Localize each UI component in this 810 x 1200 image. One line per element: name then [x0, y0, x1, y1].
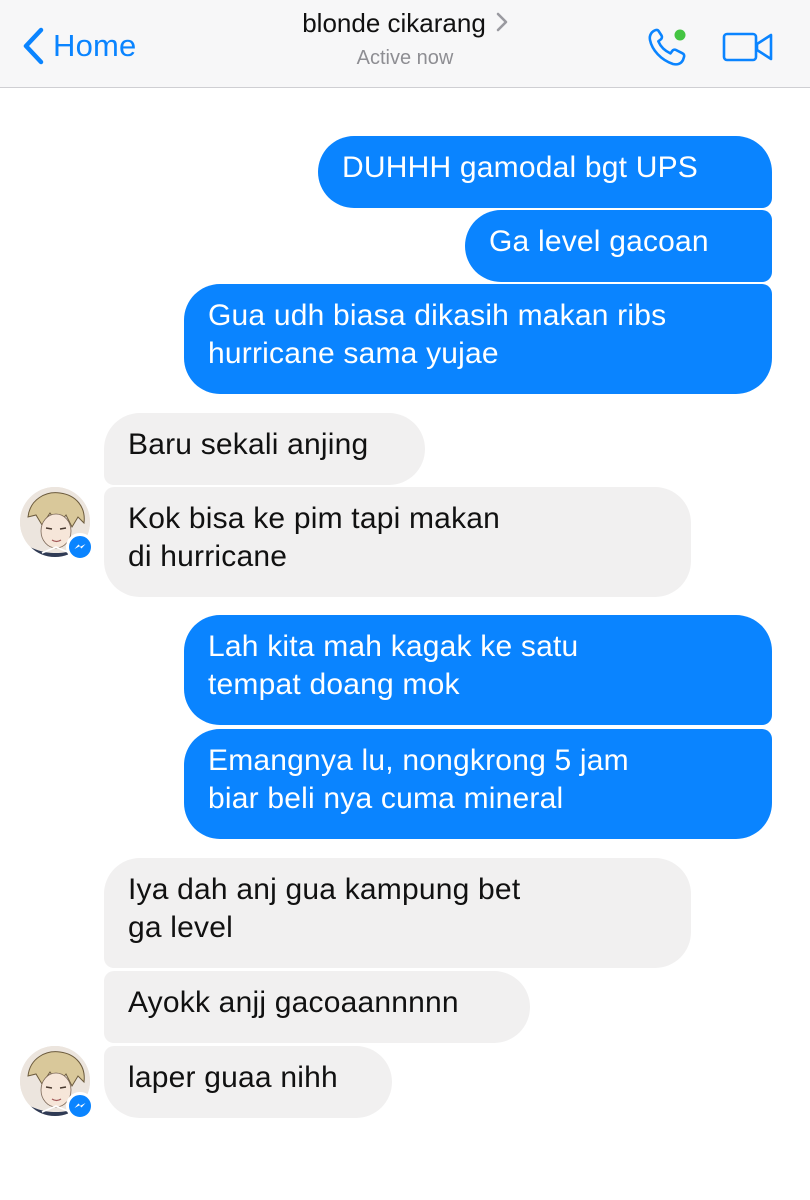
message-text: Baru sekali anjing	[128, 428, 369, 461]
call-button[interactable]	[646, 25, 694, 69]
contact-name: blonde cikarang	[302, 8, 486, 38]
contact-avatar[interactable]	[20, 487, 94, 561]
contact-name-button[interactable]: blonde cikarang	[302, 8, 508, 39]
message-text: di hurricane	[128, 540, 288, 573]
chat-header: Home blonde cikarang Active now	[0, 0, 810, 88]
message-bubble-outgoing[interactable]: Ga level gacoan	[465, 210, 772, 282]
message-text: Gua udh biasa dikasih makan ribs	[208, 299, 667, 332]
message-text: hurricane sama yujae	[208, 337, 499, 370]
messenger-badge-icon	[66, 1092, 94, 1120]
message-text: Ayokk anjj gacoaannnnn	[128, 986, 459, 1019]
message-text: ga level	[128, 911, 234, 944]
video-call-button[interactable]	[722, 30, 774, 64]
message-bubble-outgoing[interactable]: Gua udh biasa dikasih makan ribs hurrica…	[184, 284, 772, 394]
message-bubble-outgoing[interactable]: Emangnya lu, nongkrong 5 jam biar beli n…	[184, 729, 772, 839]
message-text: Lah kita mah kagak ke satu	[208, 630, 579, 663]
contact-avatar[interactable]	[20, 1046, 94, 1120]
video-camera-icon	[722, 32, 774, 68]
message-text: biar beli nya cuma mineral	[208, 782, 564, 815]
message-bubble-incoming[interactable]: Ayokk anjj gacoaannnnn	[104, 971, 530, 1043]
message-text: Kok bisa ke pim tapi makan	[128, 502, 501, 535]
chevron-right-icon	[496, 8, 508, 39]
message-bubble-outgoing[interactable]: DUHHH gamodal bgt UPS	[318, 136, 772, 208]
message-bubble-incoming[interactable]: Kok bisa ke pim tapi makan di hurricane	[104, 487, 691, 597]
messenger-badge-icon	[66, 533, 94, 561]
message-text: Emangnya lu, nongkrong 5 jam	[208, 744, 629, 777]
message-text: laper guaa nihh	[128, 1061, 338, 1094]
message-bubble-outgoing[interactable]: Lah kita mah kagak ke satu tempat doang …	[184, 615, 772, 725]
message-text: tempat doang mok	[208, 668, 460, 701]
message-text: Ga level gacoan	[489, 225, 709, 258]
message-text: Iya dah anj gua kampung bet	[128, 873, 521, 906]
message-bubble-incoming[interactable]: laper guaa nihh	[104, 1046, 392, 1118]
phone-icon	[646, 28, 694, 73]
message-text: DUHHH gamodal bgt UPS	[342, 151, 698, 184]
message-bubble-incoming[interactable]: Iya dah anj gua kampung bet ga level	[104, 858, 691, 968]
message-bubble-incoming[interactable]: Baru sekali anjing	[104, 413, 425, 485]
